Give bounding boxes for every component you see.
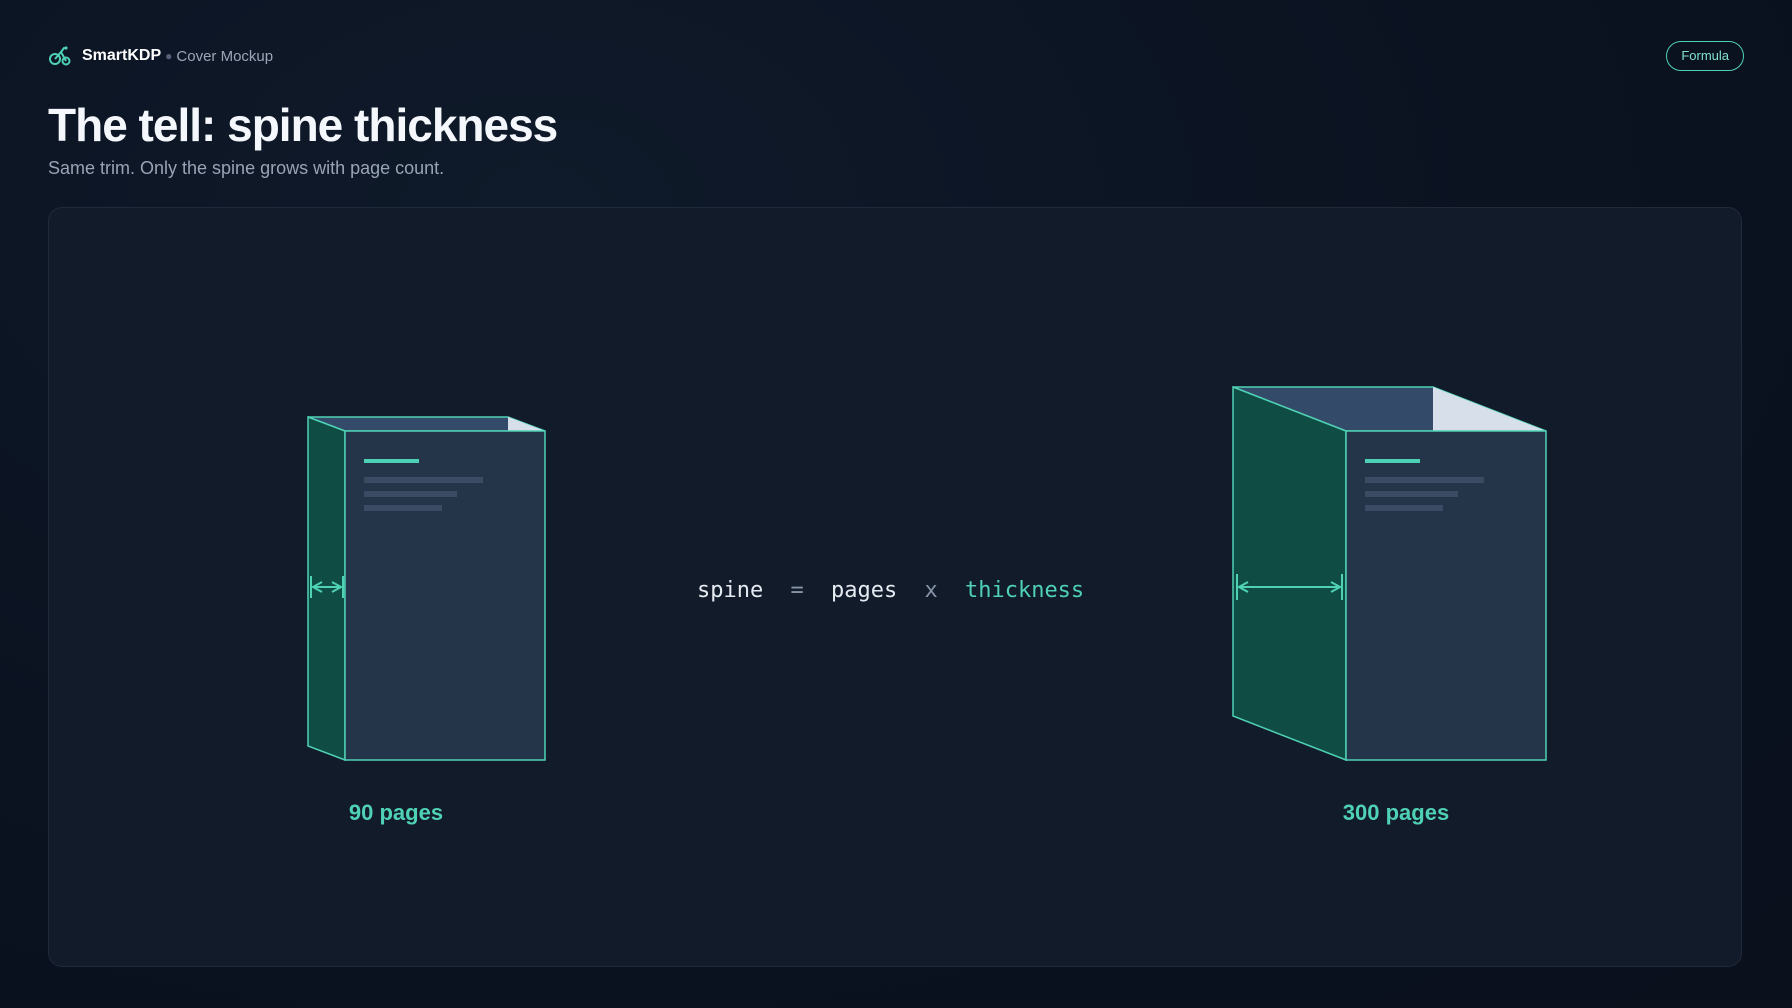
- book-pages-label: 90 pages: [349, 800, 443, 825]
- spine-comparison-diagram: 90 pages spine = pages x thickness 300 p…: [307, 385, 1547, 825]
- brand[interactable]: SmartKDP: [48, 44, 161, 68]
- formula-equals: =: [790, 578, 803, 603]
- bicycle-logo-icon: [48, 44, 72, 68]
- formula-lhs: spine: [697, 578, 763, 603]
- formula-pages: pages: [831, 578, 897, 603]
- page-title: The tell: spine thickness: [48, 99, 558, 151]
- cover-text-line: [1365, 491, 1458, 497]
- formula-times: x: [924, 578, 937, 603]
- cover-text-line: [1365, 505, 1443, 511]
- book-300-pages: 300 pages: [1232, 385, 1547, 825]
- cover-text-line: [364, 491, 457, 497]
- cover-text-line: [364, 505, 442, 511]
- page-subtitle: Same trim. Only the spine grows with pag…: [48, 158, 445, 178]
- cover-title-line: [364, 459, 419, 463]
- brand-name: SmartKDP: [82, 47, 162, 64]
- book-pages-label: 300 pages: [1343, 800, 1449, 825]
- book-90-pages: 90 pages: [307, 415, 546, 825]
- cover-text-line: [1365, 477, 1484, 483]
- diagram-panel: 90 pages spine = pages x thickness 300 p…: [48, 207, 1742, 967]
- cover-title-line: [1365, 459, 1420, 463]
- cover-text-line: [364, 477, 483, 483]
- book-spine: [307, 415, 346, 762]
- formula-badge[interactable]: Formula: [1666, 41, 1744, 71]
- breadcrumb[interactable]: Cover Mockup: [176, 48, 273, 65]
- breadcrumb-separator: ●: [165, 49, 173, 63]
- book-spine: [1232, 385, 1347, 762]
- spine-formula: spine = pages x thickness: [697, 578, 1084, 603]
- top-bar: SmartKDP ● Cover Mockup Formula: [48, 40, 1744, 72]
- formula-thickness: thickness: [965, 578, 1084, 603]
